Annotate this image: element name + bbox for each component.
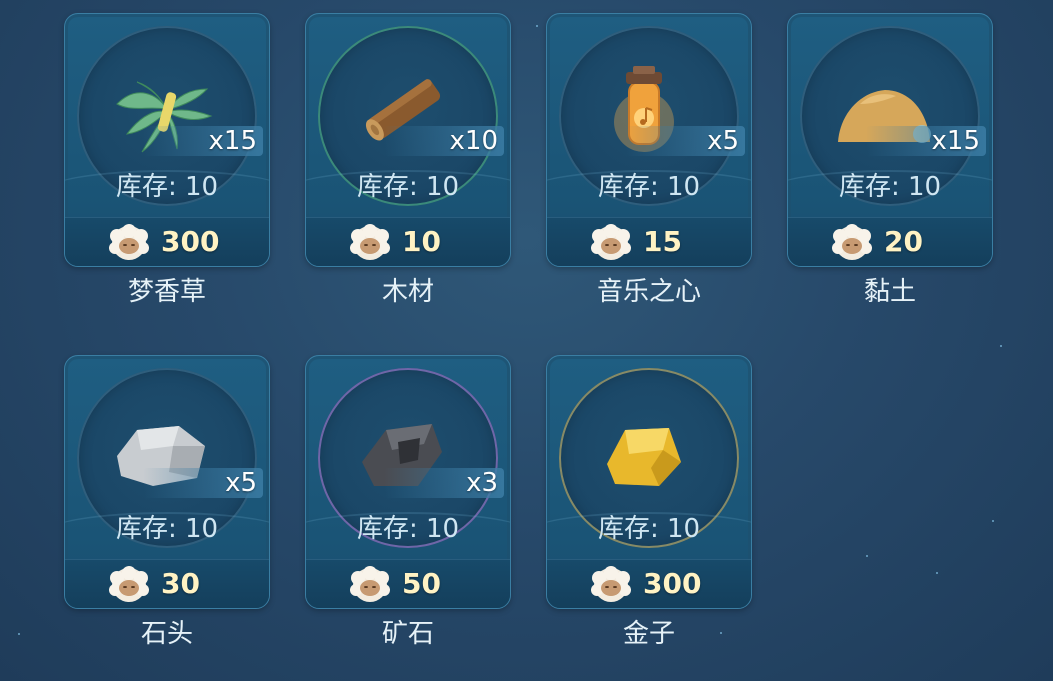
item-tile[interactable]: x5 库存: 10 30: [64, 355, 270, 609]
item-quantity: x5: [225, 468, 257, 498]
item-quantity: x5: [707, 126, 739, 156]
shop-item-card[interactable]: x5 库存: 10 30 石头: [64, 355, 270, 649]
item-quantity: x10: [449, 126, 498, 156]
sheep-coin-icon: [350, 224, 390, 260]
price-bar: 300: [547, 559, 751, 608]
stock-label: 库存: 10: [356, 172, 460, 202]
item-tile[interactable]: x5 库存: 10 15: [546, 13, 752, 267]
item-tile[interactable]: x10 库存: 10 10: [305, 13, 511, 267]
stock-label: 库存: 10: [115, 172, 219, 202]
item-price: 300: [161, 225, 220, 258]
item-quantity: x15: [931, 126, 980, 156]
item-price: 30: [161, 567, 200, 600]
item-name: 石头: [140, 619, 193, 649]
item-price: 15: [643, 225, 682, 258]
sheep-coin-icon: [832, 224, 872, 260]
stock-label: 库存: 10: [597, 172, 701, 202]
shop-item-card[interactable]: x15 库存: 10 20 黏土: [787, 13, 993, 307]
item-name: 梦香草: [127, 277, 206, 307]
sheep-coin-icon: [591, 224, 631, 260]
item-name: 黏土: [863, 277, 916, 307]
price-bar: 20: [788, 217, 992, 266]
item-name: 矿石: [381, 619, 434, 649]
item-quantity: x3: [466, 468, 498, 498]
price-bar: 30: [65, 559, 269, 608]
item-tile[interactable]: x15 库存: 10 20: [787, 13, 993, 267]
item-quantity: x15: [208, 126, 257, 156]
shop-item-card[interactable]: 库存: 10 300 金子: [546, 355, 752, 649]
shop-item-card[interactable]: x3 库存: 10 50 矿石: [305, 355, 511, 649]
item-price: 10: [402, 225, 441, 258]
sheep-coin-icon: [591, 566, 631, 602]
item-tile[interactable]: x3 库存: 10 50: [305, 355, 511, 609]
item-name: 金子: [622, 619, 675, 649]
price-bar: 10: [306, 217, 510, 266]
stock-label: 库存: 10: [597, 514, 701, 544]
item-name: 木材: [381, 277, 434, 307]
item-price: 20: [884, 225, 923, 258]
price-bar: 15: [547, 217, 751, 266]
item-tile[interactable]: 库存: 10 300: [546, 355, 752, 609]
item-name: 音乐之心: [596, 277, 701, 307]
sheep-coin-icon: [350, 566, 390, 602]
shop-item-card[interactable]: x10 库存: 10 10 木材: [305, 13, 511, 307]
stock-label: 库存: 10: [838, 172, 942, 202]
shop-item-card[interactable]: x15 库存: 10 300 梦香草: [64, 13, 270, 307]
stock-label: 库存: 10: [115, 514, 219, 544]
price-bar: 50: [306, 559, 510, 608]
item-price: 300: [643, 567, 702, 600]
gold-nugget-icon: [607, 428, 681, 486]
shop-item-card[interactable]: x5 库存: 10 15 音乐之心: [546, 13, 752, 307]
sheep-coin-icon: [109, 224, 149, 260]
price-bar: 300: [65, 217, 269, 266]
item-price: 50: [402, 567, 441, 600]
sheep-coin-icon: [109, 566, 149, 602]
item-tile[interactable]: x15 库存: 10 300: [64, 13, 270, 267]
stock-label: 库存: 10: [356, 514, 460, 544]
